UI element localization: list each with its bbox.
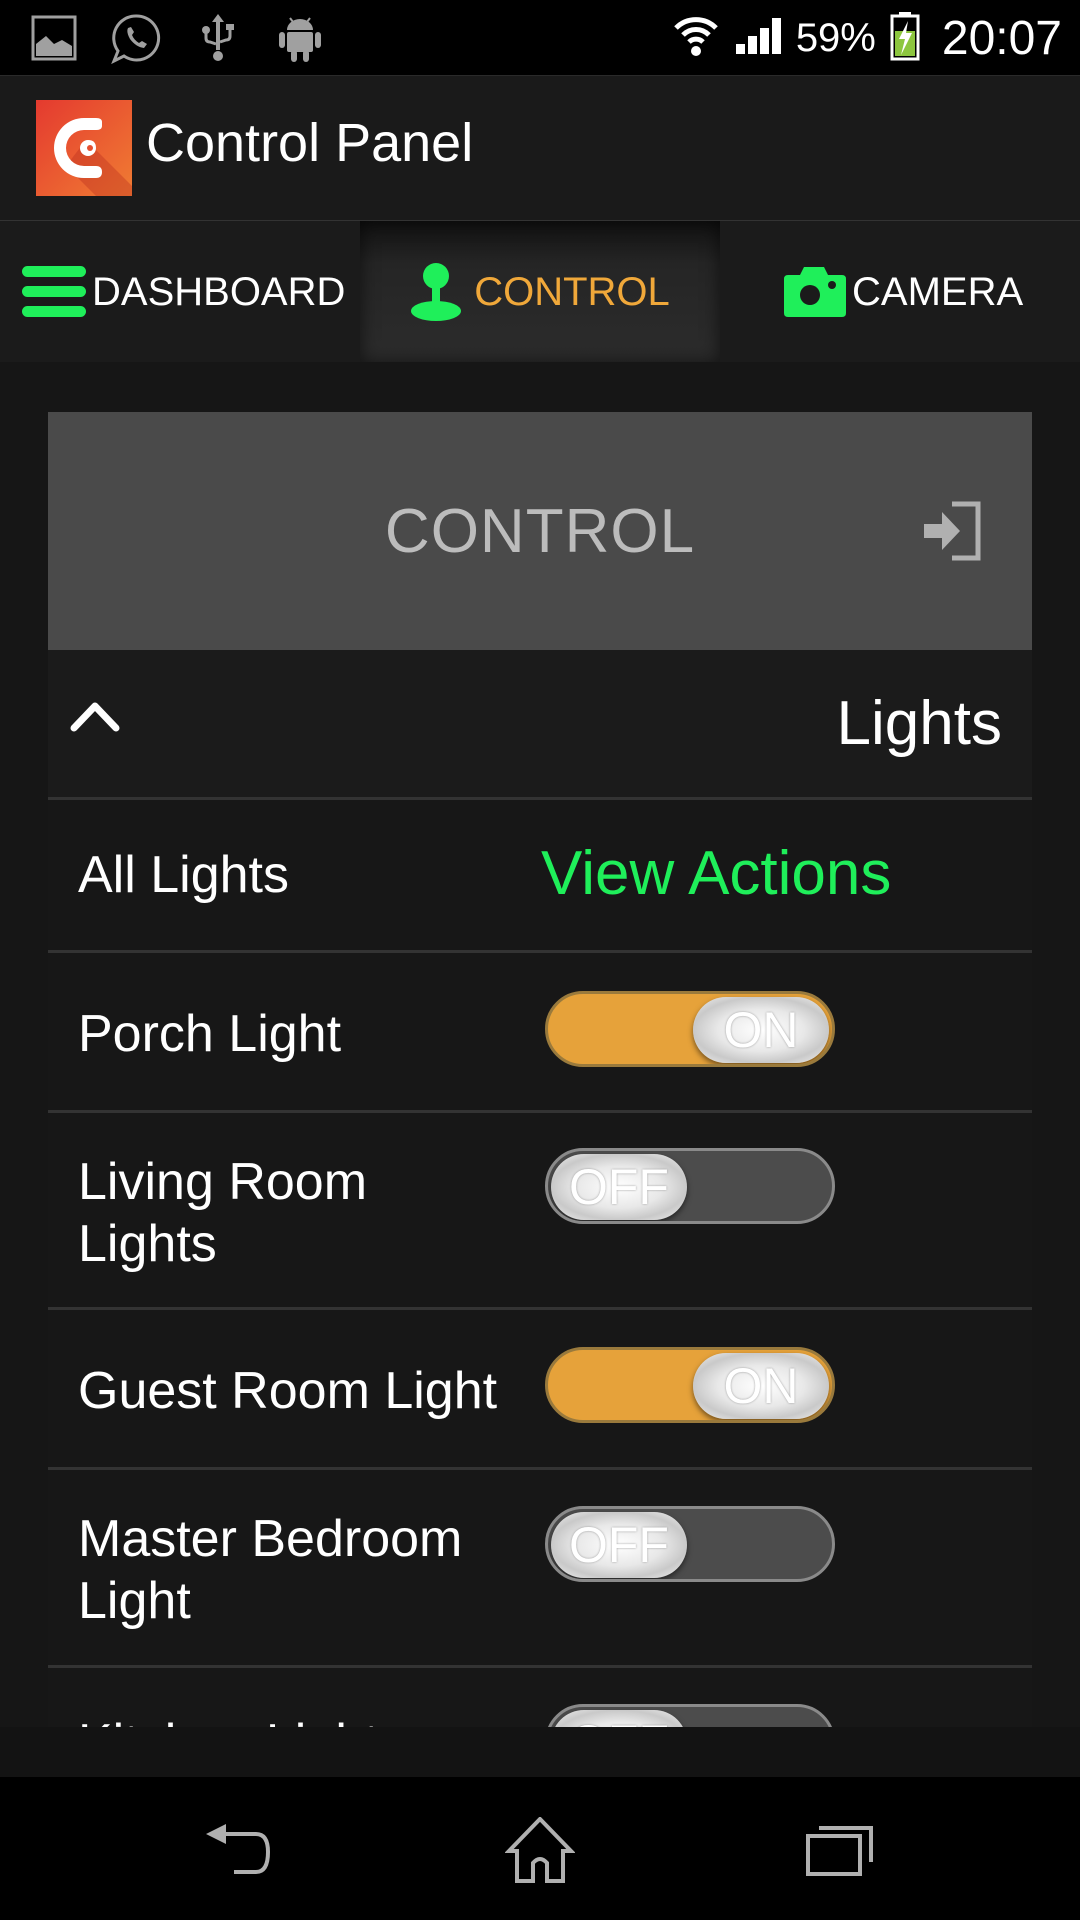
usb-icon bbox=[192, 12, 244, 64]
guest-room-light-toggle[interactable]: ON bbox=[545, 1347, 835, 1423]
whatsapp-icon bbox=[110, 12, 162, 64]
control-card[interactable]: CONTROL bbox=[48, 412, 1032, 650]
status-bar: 59% 20:07 bbox=[0, 0, 1080, 75]
scroll-clip bbox=[0, 1727, 1080, 1777]
android-icon bbox=[274, 12, 326, 64]
battery-percent: 59% bbox=[795, 15, 876, 60]
home-icon bbox=[504, 1815, 576, 1888]
item-label: Living Room Lights bbox=[78, 1153, 368, 1273]
tab-dashboard[interactable]: DASHBOARD bbox=[0, 221, 360, 363]
porch-light-toggle[interactable]: ON bbox=[545, 991, 835, 1067]
living-room-lights-toggle[interactable]: OFF bbox=[545, 1148, 835, 1224]
content-area: CONTROL Lights All Lights View Actions P… bbox=[0, 362, 1080, 1777]
item-label: Guest Room Light bbox=[78, 1362, 498, 1420]
section-title: Lights bbox=[836, 689, 1002, 758]
camera-icon bbox=[782, 265, 848, 319]
toggle-knob: OFF bbox=[551, 1154, 687, 1220]
tab-dashboard-label: DASHBOARD bbox=[92, 269, 346, 314]
tab-control-label: CONTROL bbox=[474, 269, 670, 314]
tab-bar: DASHBOARD CONTROL CAMERA bbox=[0, 220, 1080, 363]
navigation-bar bbox=[0, 1777, 1080, 1920]
item-label: All Lights bbox=[78, 846, 289, 904]
battery-charging-icon bbox=[890, 11, 920, 66]
lights-section-header[interactable]: Lights bbox=[48, 650, 1032, 800]
back-button[interactable] bbox=[190, 1807, 290, 1897]
list-item: Master Bedroom Light OFF bbox=[48, 1470, 1032, 1668]
enter-icon[interactable] bbox=[922, 500, 982, 567]
list-item: Porch Light ON bbox=[48, 953, 1032, 1113]
recents-icon bbox=[805, 1824, 875, 1881]
tab-camera[interactable]: CAMERA bbox=[720, 221, 1080, 363]
lights-list: All Lights View Actions Porch Light ON L… bbox=[48, 800, 1032, 1777]
back-icon bbox=[204, 1822, 276, 1883]
image-icon bbox=[28, 12, 80, 64]
item-label: Master Bedroom Light bbox=[78, 1510, 463, 1630]
view-actions-link[interactable]: View Actions bbox=[541, 838, 891, 909]
recents-button[interactable] bbox=[790, 1807, 890, 1897]
app-title: Control Panel bbox=[146, 113, 474, 173]
joystick-icon bbox=[410, 262, 462, 322]
app-bar: Control Panel bbox=[0, 75, 1080, 220]
toggle-knob: ON bbox=[693, 997, 829, 1063]
list-item: Guest Room Light ON bbox=[48, 1310, 1032, 1470]
tab-camera-label: CAMERA bbox=[852, 269, 1024, 314]
tab-control[interactable]: CONTROL bbox=[360, 221, 720, 363]
app-logo-icon bbox=[36, 100, 132, 196]
chevron-up-icon[interactable] bbox=[70, 700, 120, 737]
toggle-knob: OFF bbox=[551, 1512, 687, 1578]
home-button[interactable] bbox=[490, 1807, 590, 1897]
item-label: Porch Light bbox=[78, 1005, 342, 1063]
clock: 20:07 bbox=[941, 11, 1062, 65]
signal-icon bbox=[734, 16, 782, 61]
master-bedroom-light-toggle[interactable]: OFF bbox=[545, 1506, 835, 1582]
menu-icon bbox=[20, 264, 88, 320]
toggle-knob: ON bbox=[693, 1353, 829, 1419]
wifi-icon bbox=[672, 14, 720, 63]
control-card-title: CONTROL bbox=[384, 496, 696, 566]
list-item: All Lights View Actions bbox=[48, 800, 1032, 953]
list-item: Living Room Lights OFF bbox=[48, 1113, 1032, 1310]
